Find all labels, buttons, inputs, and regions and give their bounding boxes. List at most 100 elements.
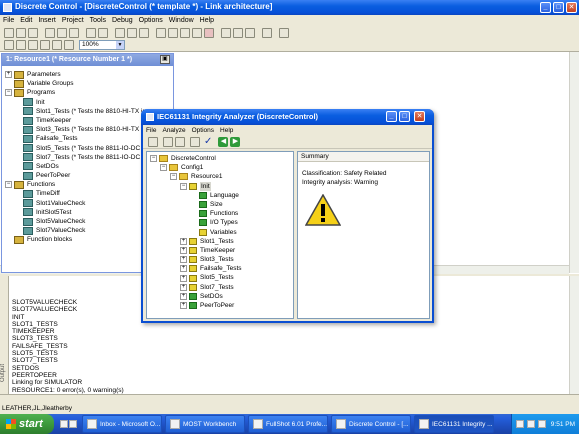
expand-icon[interactable]: +	[180, 246, 187, 254]
expand-icon[interactable]: +	[180, 292, 187, 300]
tree-item-program[interactable]: Init	[5, 98, 171, 107]
expand-icon[interactable]: +	[180, 237, 187, 245]
analyzer-tree-item[interactable]: + SetDOs	[150, 292, 242, 301]
tree-item-parameters[interactable]: + Parameters	[5, 70, 171, 79]
taskbar-item-active[interactable]: IEC61131 Integrity ...	[414, 415, 494, 433]
menu-file[interactable]: File	[0, 17, 17, 24]
analyzer-close-button[interactable]: ✕	[414, 111, 425, 122]
expand-icon[interactable]: +	[5, 71, 12, 79]
zoom-out-icon[interactable]	[139, 27, 149, 38]
analyzer-minimize-button[interactable]: _	[386, 111, 397, 122]
properties-icon[interactable]	[245, 27, 255, 38]
menu-insert[interactable]: Insert	[35, 17, 59, 24]
menu-edit[interactable]: Edit	[17, 17, 35, 24]
restore-button[interactable]: ▣	[160, 55, 170, 64]
analyzer-tree-item[interactable]: + Slot5_Tests	[150, 273, 242, 282]
analyzer-tree-item[interactable]: + TimeKeeper	[150, 246, 242, 255]
paste-icon[interactable]	[69, 27, 79, 38]
output-vscroll[interactable]	[569, 276, 579, 394]
undo-icon[interactable]	[86, 27, 96, 38]
taskbar-item[interactable]: Discrete Control - [...	[331, 415, 411, 433]
resource-icon[interactable]	[233, 27, 243, 38]
analyzer-tree-item[interactable]: + Slot7_Tests	[150, 283, 242, 292]
analyzer-tree-item-selected[interactable]: − Init	[150, 181, 242, 191]
align-icon[interactable]	[28, 40, 38, 50]
ruler-icon[interactable]	[52, 40, 62, 50]
back-arrow-icon[interactable]: ◀	[218, 137, 229, 147]
start-button[interactable]: start	[0, 414, 54, 434]
text-icon[interactable]	[64, 40, 74, 50]
forward-arrow-icon[interactable]: ▶	[230, 137, 241, 147]
minimize-button[interactable]: _	[540, 2, 551, 13]
menu-tools[interactable]: Tools	[87, 17, 109, 24]
menu-help[interactable]: Help	[197, 17, 217, 24]
table-icon[interactable]	[40, 40, 50, 50]
ie-icon[interactable]	[60, 420, 68, 428]
collapse-icon[interactable]: −	[180, 182, 187, 190]
analyzer-tree-item[interactable]: − Resource1	[150, 172, 242, 181]
expand-icon[interactable]: +	[180, 265, 187, 273]
tray-icon[interactable]	[537, 420, 546, 428]
select-icon[interactable]	[4, 40, 14, 50]
analyzer-menu-file[interactable]: File	[143, 127, 159, 134]
compile-icon[interactable]	[168, 27, 178, 38]
analyzer-menu-options[interactable]: Options	[189, 127, 217, 134]
cut-icon[interactable]	[45, 27, 55, 38]
collapse-icon[interactable]: −	[150, 155, 157, 163]
analyzer-tree-item[interactable]: Language	[150, 191, 242, 200]
collapse-icon[interactable]: −	[5, 89, 12, 97]
find-icon[interactable]	[115, 27, 125, 38]
new-icon[interactable]	[4, 27, 14, 38]
open-icon[interactable]	[148, 137, 158, 147]
workspace-vscroll[interactable]	[569, 52, 579, 273]
analyzer-menu-help[interactable]: Help	[217, 127, 236, 134]
checkmark-icon[interactable]: ✓	[204, 137, 212, 147]
analyzer-menu-analyze[interactable]: Analyze	[159, 127, 188, 134]
link-icon[interactable]	[221, 27, 231, 38]
analyzer-tree-item[interactable]: − DiscreteControl	[150, 154, 242, 163]
tree-item-programs[interactable]: − Programs	[5, 88, 171, 97]
collapse-icon[interactable]: −	[170, 173, 177, 181]
analyzer-tree-item[interactable]: Variables	[150, 228, 242, 237]
analyzer-tree-item[interactable]: I/O Types	[150, 218, 242, 227]
analyzer-icon[interactable]	[279, 27, 289, 38]
expand-icon[interactable]: +	[180, 274, 187, 282]
taskbar-item[interactable]: Inbox - Microsoft O...	[82, 415, 162, 433]
expand-icon[interactable]: +	[180, 302, 187, 310]
simulate-icon[interactable]	[192, 27, 202, 38]
close-button[interactable]: ✕	[566, 2, 577, 13]
analyzer-tree-item[interactable]: + PeerToPeer	[150, 301, 242, 310]
tree-item-variable-groups[interactable]: Variable Groups	[5, 79, 171, 88]
grid-icon[interactable]	[16, 40, 26, 50]
taskbar-item[interactable]: FullShot 6.01 Profe...	[248, 415, 328, 433]
redo-icon[interactable]	[98, 27, 108, 38]
analyzer-tree-item[interactable]: + Slot1_Tests	[150, 237, 242, 246]
run-icon[interactable]	[190, 137, 200, 147]
help-icon[interactable]	[262, 27, 272, 38]
desktop-icon[interactable]	[69, 420, 77, 428]
tray-icon[interactable]	[515, 420, 524, 428]
zoom-in-icon[interactable]	[127, 27, 137, 38]
build-icon[interactable]	[156, 27, 166, 38]
save-icon[interactable]	[28, 27, 38, 38]
menu-window[interactable]: Window	[166, 17, 197, 24]
maximize-button[interactable]: □	[553, 2, 564, 13]
expand-icon[interactable]: +	[180, 256, 187, 264]
analyzer-tree-item[interactable]: Functions	[150, 209, 242, 218]
menu-debug[interactable]: Debug	[109, 17, 136, 24]
save-icon[interactable]	[163, 137, 173, 147]
analyzer-tree-item[interactable]: − Config1	[150, 163, 242, 172]
collapse-icon[interactable]: −	[160, 164, 167, 172]
analyzer-maximize-button[interactable]: □	[399, 111, 410, 122]
debug-icon[interactable]	[180, 27, 190, 38]
open-icon[interactable]	[16, 27, 26, 38]
expand-icon[interactable]: +	[180, 283, 187, 291]
menu-options[interactable]: Options	[136, 17, 166, 24]
copy-icon[interactable]	[57, 27, 67, 38]
analyzer-tree-item[interactable]: + Slot3_Tests	[150, 255, 242, 264]
zoom-select[interactable]: 100% ▼	[79, 40, 125, 50]
analyzer-tree-item[interactable]: + Failsafe_Tests	[150, 264, 242, 273]
analyzer-tree-item[interactable]: Size	[150, 200, 242, 209]
collapse-icon[interactable]: −	[5, 181, 12, 189]
tray-icon[interactable]	[526, 420, 535, 428]
